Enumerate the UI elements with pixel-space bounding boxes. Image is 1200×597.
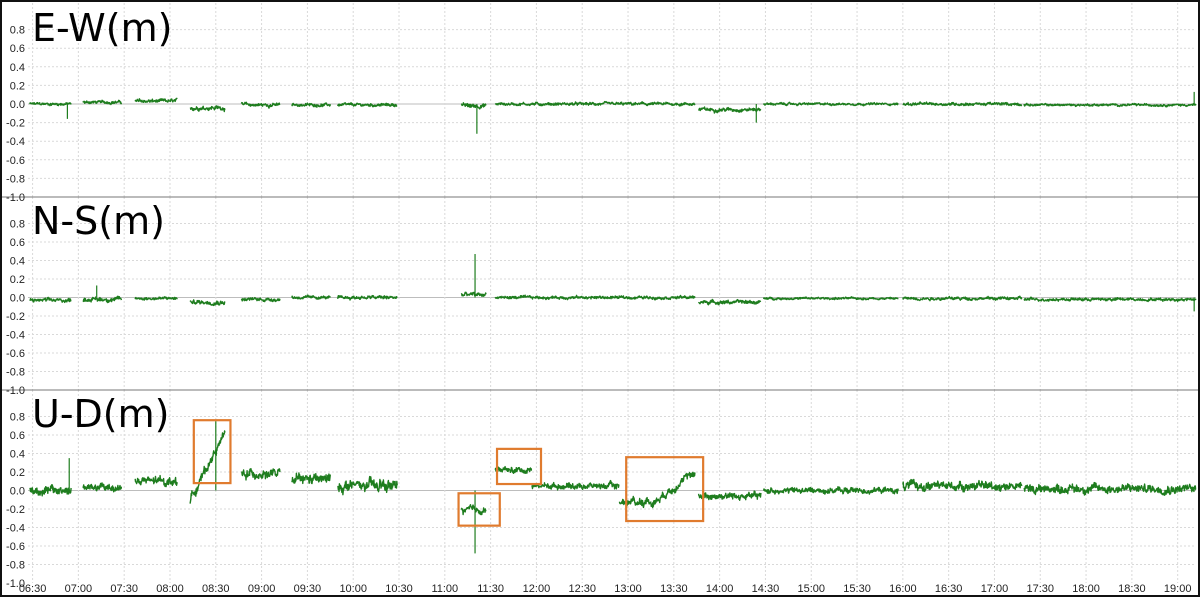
- x-tick-label: 15:00: [797, 583, 825, 595]
- data-trace-segment: [494, 100, 696, 107]
- y-tick-label: -1.0: [6, 385, 25, 397]
- x-tick-label: 15:30: [843, 583, 871, 595]
- x-tick-label: 07:30: [110, 583, 138, 595]
- data-trace-segment: [189, 299, 226, 307]
- panel-title-ns: N-S(m): [32, 199, 165, 243]
- y-tick-label: -0.6: [6, 155, 25, 167]
- x-tick-label: 09:00: [248, 583, 276, 595]
- data-trace-segment: [29, 101, 72, 107]
- data-trace-segment: [240, 101, 281, 109]
- data-trace-segment: [241, 468, 281, 481]
- data-trace-segment: [618, 495, 652, 509]
- panel-title-ud: U-D(m): [32, 392, 169, 436]
- y-tick-label: 0.0: [10, 293, 25, 305]
- x-tick-label: 09:30: [294, 583, 322, 595]
- y-tick-label: -1.0: [6, 192, 25, 204]
- y-tick-label: 0.0: [10, 486, 25, 498]
- x-tick-label: 14:00: [706, 583, 734, 595]
- x-tick-label: 17:00: [981, 583, 1009, 595]
- x-tick-label: 12:30: [568, 583, 596, 595]
- x-tick-label: 14:30: [752, 583, 780, 595]
- x-tick-label: 17:30: [1027, 583, 1055, 595]
- data-trace-segment: [29, 484, 72, 497]
- y-tick-label: -0.4: [6, 136, 25, 148]
- data-trace-segment: [460, 291, 487, 297]
- x-tick-label: 10:00: [339, 583, 367, 595]
- x-tick-label: 16:30: [935, 583, 963, 595]
- data-trace-segment: [336, 102, 398, 108]
- data-trace-segment: [1023, 481, 1197, 496]
- y-tick-label: 0.2: [10, 467, 25, 479]
- y-tick-label: 0.6: [10, 43, 25, 55]
- data-trace-segment: [902, 295, 1023, 302]
- data-trace-segment: [762, 101, 899, 107]
- data-trace-segment: [697, 106, 762, 114]
- data-trace-segment: [134, 474, 178, 488]
- y-tick-label: -0.4: [6, 330, 25, 342]
- x-tick-label: 12:00: [523, 583, 551, 595]
- x-tick-label: 13:30: [660, 583, 688, 595]
- x-tick-label: 07:00: [65, 583, 93, 595]
- y-tick-label: -0.8: [6, 560, 25, 572]
- x-tick-label: 16:00: [889, 583, 917, 595]
- highlight-box: [625, 456, 705, 523]
- x-tick-label: 11:00: [431, 583, 458, 595]
- x-tick-label: 08:30: [202, 583, 230, 595]
- y-tick-label: -0.2: [6, 311, 25, 323]
- y-tick-label: 0.2: [10, 274, 25, 286]
- x-tick-label: 11:30: [477, 583, 504, 595]
- data-trace-segment: [336, 294, 398, 301]
- x-tick-label: 18:00: [1072, 583, 1100, 595]
- y-tick-label: -0.6: [6, 541, 25, 553]
- y-tick-label: 0.8: [10, 412, 25, 424]
- data-trace-segment: [902, 478, 1023, 493]
- grid-layer: [1, 3, 1199, 583]
- data-trace-segment: [134, 97, 178, 104]
- figure: 0.8 0.6 0.4 0.2 0.0 -0.2 -0.4 -0.6 -0.8 -1.0 0.8 0.…: [0, 0, 1200, 597]
- highlight-box: [192, 419, 232, 485]
- y-tick-label: -0.4: [6, 523, 25, 535]
- y-tick-label: -0.8: [6, 173, 25, 185]
- data-trace-segment: [337, 475, 398, 496]
- data-trace-segment: [531, 479, 620, 491]
- y-tick-label: 0.4: [10, 256, 25, 268]
- data-trace-segment: [460, 504, 487, 516]
- x-tick-label: 19:00: [1164, 583, 1192, 595]
- y-tick-label: 0.6: [10, 237, 25, 249]
- data-trace-segment: [189, 430, 226, 504]
- data-trace-segment: [29, 296, 72, 304]
- data-trace-segment: [697, 298, 762, 306]
- x-tick-label: 08:00: [156, 583, 184, 595]
- data-trace-segment: [240, 296, 281, 303]
- data-trace-segment: [189, 105, 226, 113]
- y-tick-label: -0.2: [6, 504, 25, 516]
- data-trace-segment: [697, 490, 762, 501]
- y-tick-label: 0.8: [10, 219, 25, 231]
- x-tick-label: 10:30: [385, 583, 413, 595]
- y-tick-label: 0.6: [10, 430, 25, 442]
- panel-title-ew: E-W(m): [32, 6, 172, 50]
- y-tick-label: 0.2: [10, 80, 25, 92]
- y-tick-label: 0.8: [10, 25, 25, 37]
- y-tick-label: 0.4: [10, 449, 25, 461]
- y-tick-label: -0.8: [6, 367, 25, 379]
- y-tick-label: 0.0: [10, 99, 25, 111]
- x-tick-label: 18:30: [1118, 583, 1146, 595]
- data-trace-segment: [291, 472, 331, 485]
- x-tick-label: 06:30: [19, 583, 47, 595]
- y-tick-label: 0.4: [10, 62, 25, 74]
- y-tick-label: -0.2: [6, 118, 25, 130]
- x-tick-label: 13:00: [614, 583, 642, 595]
- data-trace-segment: [291, 294, 331, 300]
- highlight-box: [495, 447, 543, 486]
- data-trace-segment: [902, 101, 1023, 107]
- y-tick-label: -0.6: [6, 348, 25, 360]
